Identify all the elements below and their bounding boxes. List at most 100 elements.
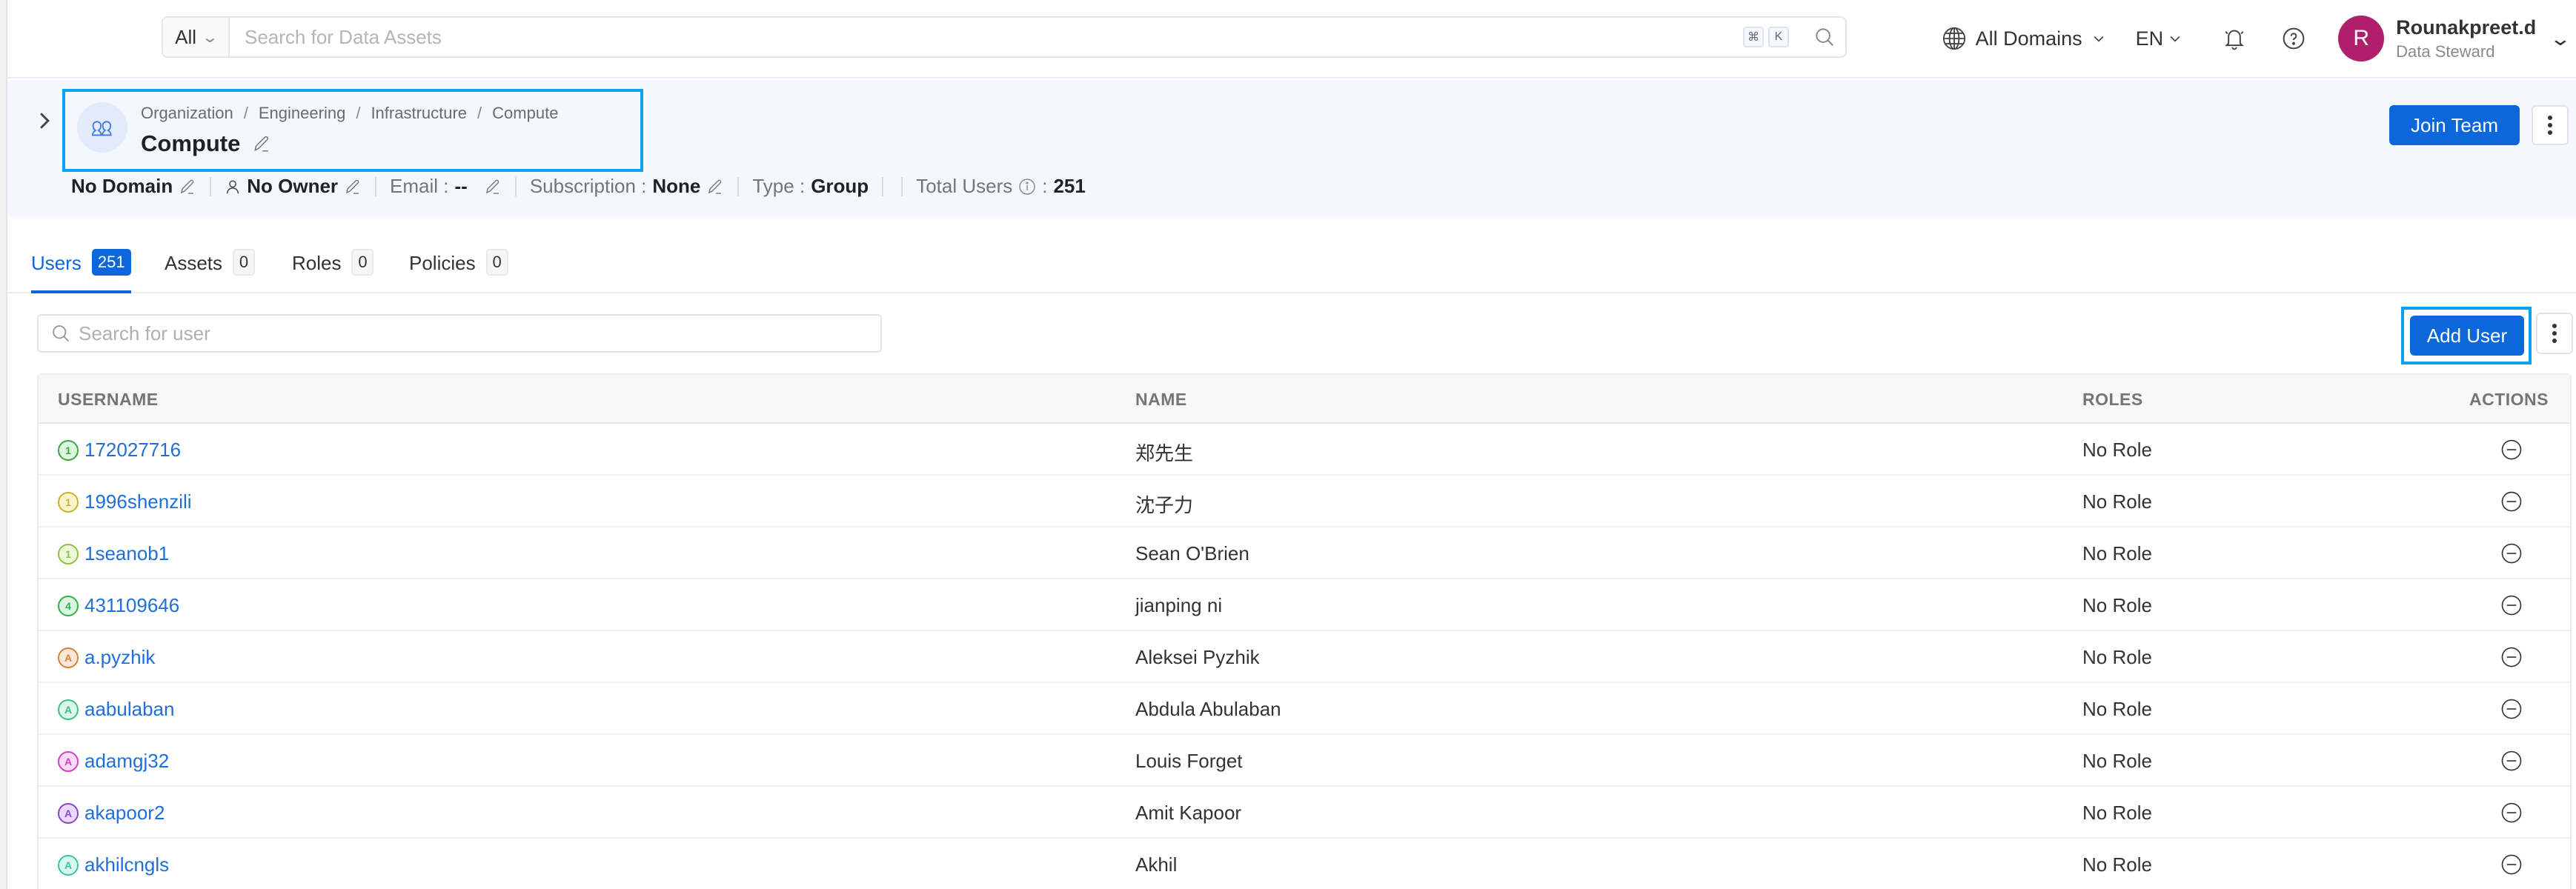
email-value: -- — [454, 175, 468, 197]
remove-user-icon[interactable] — [2499, 696, 2524, 722]
users-more-options-button[interactable] — [2536, 313, 2573, 354]
tab-roles[interactable]: Roles 0 — [292, 244, 374, 293]
command-key-icon: ⌘ — [1743, 27, 1764, 47]
username-link[interactable]: aabulaban — [84, 698, 174, 721]
tab-users[interactable]: Users 251 — [31, 244, 131, 293]
domain-meta: No Domain — [71, 175, 196, 198]
actions-cell — [2499, 645, 2524, 670]
language-label: EN — [2135, 27, 2164, 50]
owner-meta: No Owner — [225, 175, 362, 198]
user-avatar: R — [2338, 16, 2385, 61]
table-header: USERNAME NAME ROLES ACTIONS — [39, 375, 2570, 424]
search-icon[interactable] — [1804, 18, 1845, 56]
remove-user-icon[interactable] — [2499, 593, 2524, 618]
expand-sidebar-chevron-icon[interactable] — [37, 111, 52, 136]
add-user-highlight: Add User — [2401, 307, 2532, 364]
actions-cell — [2499, 437, 2524, 462]
divider — [882, 176, 884, 196]
global-search-input[interactable] — [230, 18, 1743, 56]
actions-cell — [2499, 593, 2524, 618]
edit-subscription-pencil-icon[interactable] — [706, 178, 724, 196]
user-avatar: A — [58, 699, 79, 720]
subscription-value: None — [652, 175, 701, 197]
name-cell: Louis Forget — [1135, 750, 1243, 772]
username-link[interactable]: 172027716 — [84, 439, 181, 462]
username-link[interactable]: 1996shenzili — [84, 490, 192, 513]
username-link[interactable]: 1seanob1 — [84, 542, 169, 565]
search-filter-dropdown[interactable]: All ⌄ — [163, 18, 230, 56]
name-cell: Amit Kapoor — [1135, 802, 1242, 824]
username-link[interactable]: adamgj32 — [84, 750, 169, 773]
user-name: Rounakpreet.d — [2396, 16, 2537, 39]
username-cell: 4 431109646 — [58, 594, 179, 617]
email-meta: Email : -- — [390, 175, 502, 198]
breadcrumb-item[interactable]: Organization — [141, 104, 233, 123]
actions-cell — [2499, 696, 2524, 722]
roles-cell: No Role — [2082, 853, 2152, 876]
name-cell: jianping ni — [1135, 594, 1223, 616]
add-user-button[interactable]: Add User — [2410, 316, 2524, 356]
column-header-actions: ACTIONS — [2469, 390, 2549, 409]
domain-selector[interactable]: All Domains — [1942, 26, 2106, 51]
breadcrumb: Organization / Engineering / Infrastruct… — [141, 104, 558, 123]
remove-user-icon[interactable] — [2499, 800, 2524, 825]
globe-icon — [1942, 27, 1965, 50]
remove-user-icon[interactable] — [2499, 852, 2524, 877]
owner-value: No Owner — [247, 175, 339, 197]
table-row: Aadamgj32 Louis Forget No Role — [39, 735, 2570, 787]
user-avatar: 4 — [58, 595, 79, 616]
domain-selector-label: All Domains — [1975, 27, 2082, 50]
remove-user-icon[interactable] — [2499, 645, 2524, 670]
actions-cell — [2499, 541, 2524, 566]
subscription-meta: Subscription : None — [530, 175, 725, 198]
breadcrumb-separator: / — [356, 104, 361, 122]
user-profile-menu[interactable]: R Rounakpreet.d Data Steward ⌄ — [2338, 16, 2572, 61]
username-cell: Aakapoor2 — [58, 802, 165, 825]
table-row: Aakhilcngls Akhil No Role — [39, 839, 2570, 889]
left-rail — [0, 0, 7, 889]
roles-cell: No Role — [2082, 594, 2152, 616]
actions-cell — [2499, 489, 2524, 514]
navbar-right: All Domains EN R Rounakpreet.d Data Stew… — [1942, 10, 2576, 67]
column-header-username: USERNAME — [58, 390, 159, 409]
breadcrumb-item[interactable]: Engineering — [259, 104, 345, 123]
remove-user-icon[interactable] — [2499, 437, 2524, 462]
chevron-down-icon: ⌄ — [2549, 27, 2572, 50]
tab-policies[interactable]: Policies 0 — [409, 244, 508, 293]
team-name-row: Compute — [141, 130, 271, 157]
table-row: 1 1996shenzili 沈子力 No Role — [39, 476, 2570, 527]
name-cell: Abdula Abulaban — [1135, 698, 1281, 720]
username-link[interactable]: akhilcngls — [84, 853, 169, 876]
total-users-separator: : — [1042, 175, 1048, 197]
help-icon[interactable] — [2279, 24, 2308, 53]
edit-owner-pencil-icon[interactable] — [344, 178, 362, 196]
edit-email-pencil-icon[interactable] — [484, 178, 502, 196]
username-link[interactable]: 431109646 — [84, 594, 179, 617]
user-role: Data Steward — [2396, 41, 2495, 61]
table-row: Aa.pyzhik Aleksei Pyzhik No Role — [39, 631, 2570, 683]
chevron-down-icon — [2170, 36, 2180, 42]
username-cell: Aa.pyzhik — [58, 646, 155, 669]
team-more-options-button[interactable] — [2532, 105, 2569, 145]
username-link[interactable]: a.pyzhik — [84, 646, 155, 669]
user-avatar: 1 — [58, 439, 79, 461]
username-link[interactable]: akapoor2 — [84, 802, 165, 825]
name-cell: 沈子力 — [1135, 494, 1194, 516]
info-icon[interactable] — [1018, 178, 1036, 196]
divider — [210, 176, 212, 196]
breadcrumb-item[interactable]: Infrastructure — [371, 104, 467, 123]
remove-user-icon[interactable] — [2499, 541, 2524, 566]
join-team-button[interactable]: Join Team — [2389, 105, 2520, 145]
tab-assets[interactable]: Assets 0 — [165, 244, 256, 293]
tab-label: Users — [31, 252, 82, 274]
team-group-icon — [77, 102, 127, 153]
edit-domain-pencil-icon[interactable] — [179, 178, 196, 196]
table-row: Aaabulaban Abdula Abulaban No Role — [39, 683, 2570, 735]
notifications-bell-icon[interactable] — [2220, 24, 2249, 53]
edit-name-pencil-icon[interactable] — [252, 134, 271, 153]
language-selector[interactable]: EN — [2136, 27, 2183, 50]
roles-cell: No Role — [2082, 646, 2152, 668]
remove-user-icon[interactable] — [2499, 748, 2524, 773]
user-search-input[interactable] — [79, 322, 880, 345]
remove-user-icon[interactable] — [2499, 489, 2524, 514]
